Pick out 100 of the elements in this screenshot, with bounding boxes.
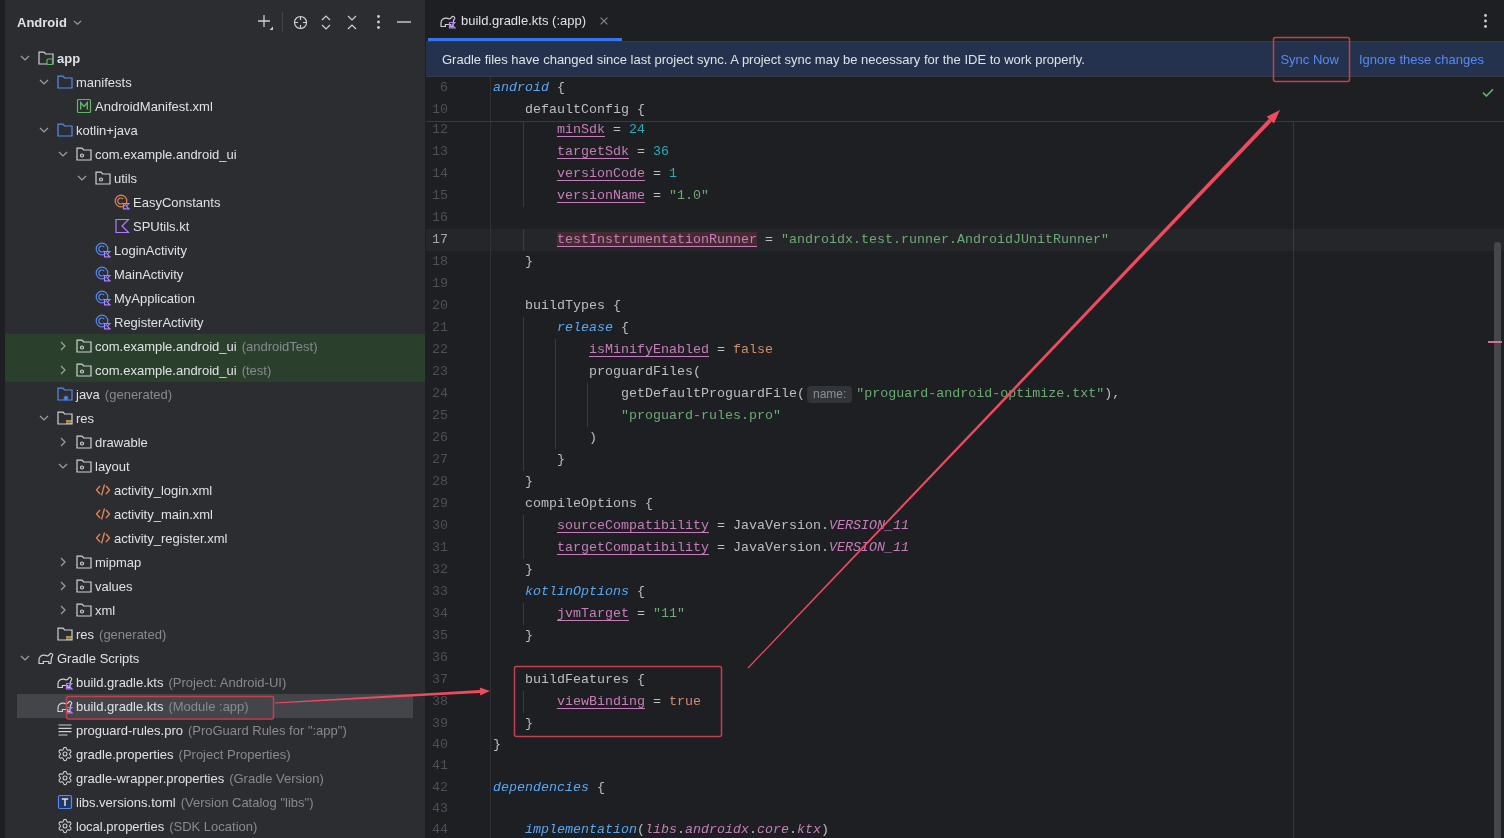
- tree-item[interactable]: app: [5, 46, 425, 70]
- chevron-down-icon[interactable]: [20, 655, 30, 661]
- xml-file-icon: [95, 482, 111, 498]
- resource-folder-icon: [57, 626, 73, 642]
- package-folder-icon: [76, 458, 92, 474]
- tree-item[interactable]: values: [5, 574, 425, 598]
- banner-message: Gradle files have changed since last project sync. A project sync may be necessary for the IDE to work properly.: [442, 51, 1085, 67]
- tree-item[interactable]: kotlin+java: [5, 118, 425, 142]
- scrollbar-thumb[interactable]: [1494, 242, 1501, 838]
- error-stripe-marker[interactable]: [1488, 341, 1502, 343]
- tree-item[interactable]: SPUtils.kt: [5, 214, 425, 238]
- code-text: implementation(libs.androidx.core.ktx): [525, 822, 829, 838]
- code-text: isMinifyEnabled = false: [589, 342, 773, 358]
- tree-item[interactable]: java (generated): [5, 382, 425, 406]
- code-text: defaultConfig {: [525, 102, 645, 118]
- tree-item[interactable]: proguard-rules.pro (ProGuard Rules for ":app"): [5, 718, 425, 742]
- kotlin-class-icon: [95, 266, 111, 282]
- tree-item[interactable]: gradle.properties (Project Properties): [5, 742, 425, 766]
- chevron-right-icon[interactable]: [60, 437, 66, 447]
- folder-icon: [57, 122, 73, 138]
- code-text: ): [589, 430, 597, 446]
- banner-link[interactable]: Sync Now: [1280, 51, 1339, 67]
- package-folder-icon: [76, 602, 92, 618]
- code-text: jvmTarget = "11": [557, 606, 685, 622]
- chevron-down-icon[interactable]: [58, 151, 68, 157]
- code-text: versionName = "1.0": [557, 188, 709, 204]
- line-number: 17: [432, 232, 448, 248]
- code-text: kotlinOptions {: [525, 584, 645, 600]
- code-text: "proguard-rules.pro": [621, 408, 781, 424]
- tree-item[interactable]: local.properties (SDK Location): [5, 814, 425, 838]
- code-text: }: [525, 628, 533, 644]
- tree-item[interactable]: com.example.android_ui: [5, 142, 425, 166]
- close-icon[interactable]: [600, 16, 608, 25]
- chevron-right-icon[interactable]: [60, 581, 66, 591]
- code-text: compileOptions {: [525, 496, 653, 512]
- chevron-right-icon[interactable]: [60, 341, 66, 351]
- chevron-down-icon[interactable]: [58, 463, 68, 469]
- code-text: }: [525, 562, 533, 578]
- tree-item[interactable]: drawable: [5, 430, 425, 454]
- code-text: targetSdk = 36: [557, 144, 669, 160]
- resource-folder-icon: [57, 410, 73, 426]
- view-selector[interactable]: Android: [17, 14, 82, 30]
- elephant-icon: [38, 650, 54, 666]
- toml-file-icon: [57, 794, 73, 810]
- tree-item[interactable]: MainActivity: [5, 262, 425, 286]
- tree-item[interactable]: libs.versions.toml (Version Catalog "libs"): [5, 790, 425, 814]
- chevron-down-icon[interactable]: [77, 175, 87, 181]
- editor-tab[interactable]: build.gradle.kts (:app): [428, 0, 622, 41]
- code-text: }: [493, 736, 501, 753]
- package-folder-icon: [95, 170, 111, 186]
- gradle-file-icon: [57, 674, 73, 690]
- plus-icon: [257, 14, 273, 30]
- tree-item[interactable]: gradle-wrapper.properties (Gradle Version): [5, 766, 425, 790]
- chevron-down-icon[interactable]: [39, 415, 49, 421]
- chevron-right-icon[interactable]: [60, 365, 66, 375]
- tree-item[interactable]: res: [5, 406, 425, 430]
- code-text: release {: [557, 320, 629, 336]
- tree-item[interactable]: com.example.android_ui (androidTest): [5, 334, 425, 358]
- code-text: }: [557, 452, 565, 468]
- package-folder-icon: [76, 362, 92, 378]
- tree-item[interactable]: activity_main.xml: [5, 502, 425, 526]
- gradle-file-icon: [57, 698, 73, 714]
- tree-item[interactable]: com.example.android_ui (test): [5, 358, 425, 382]
- chevron-down-icon[interactable]: [39, 127, 49, 133]
- chevron-down-icon[interactable]: [20, 55, 30, 61]
- code-text: getDefaultProguardFile(: [621, 386, 805, 402]
- code-text: buildTypes {: [525, 298, 621, 314]
- tree-item[interactable]: AndroidManifest.xml: [5, 94, 425, 118]
- tree-item[interactable]: activity_register.xml: [5, 526, 425, 550]
- package-folder-icon: [76, 434, 92, 450]
- folder-icon: [57, 74, 73, 90]
- tree-item[interactable]: utils: [5, 166, 425, 190]
- tree-item[interactable]: mipmap: [5, 550, 425, 574]
- code-text: testInstrumentationRunner = "androidx.test.runner.AndroidJUnitRunner": [557, 232, 1109, 248]
- package-folder-icon: [76, 578, 92, 594]
- tree-item[interactable]: res (generated): [5, 622, 425, 646]
- caret-icon: [72, 19, 82, 25]
- package-folder-icon: [76, 554, 92, 570]
- gear-icon: [57, 770, 73, 786]
- tree-item[interactable]: LoginActivity: [5, 238, 425, 262]
- tree-item[interactable]: MyApplication: [5, 286, 425, 310]
- more-icon: [1483, 13, 1487, 28]
- tree-item[interactable]: build.gradle.kts (Project: Android-UI): [5, 670, 425, 694]
- tree-item[interactable]: layout: [5, 454, 425, 478]
- tree-item[interactable]: EasyConstants: [5, 190, 425, 214]
- xml-file-icon: [95, 506, 111, 522]
- banner-link[interactable]: Ignore these changes: [1358, 51, 1484, 67]
- chevron-right-icon[interactable]: [60, 605, 66, 615]
- check-icon[interactable]: [1482, 88, 1494, 97]
- chevrons-down-up-icon: [347, 14, 357, 30]
- code-text: buildFeatures {: [525, 672, 645, 688]
- tree-item[interactable]: manifests: [5, 70, 425, 94]
- kotlin-object-icon: [114, 194, 130, 210]
- tree-item[interactable]: activity_login.xml: [5, 478, 425, 502]
- code-text: versionCode = 1: [557, 166, 677, 182]
- chevron-right-icon[interactable]: [60, 557, 66, 567]
- tree-item[interactable]: Gradle Scripts: [5, 646, 425, 670]
- tree-item[interactable]: RegisterActivity: [5, 310, 425, 334]
- tree-item[interactable]: xml: [5, 598, 425, 622]
- chevron-down-icon[interactable]: [39, 79, 49, 85]
